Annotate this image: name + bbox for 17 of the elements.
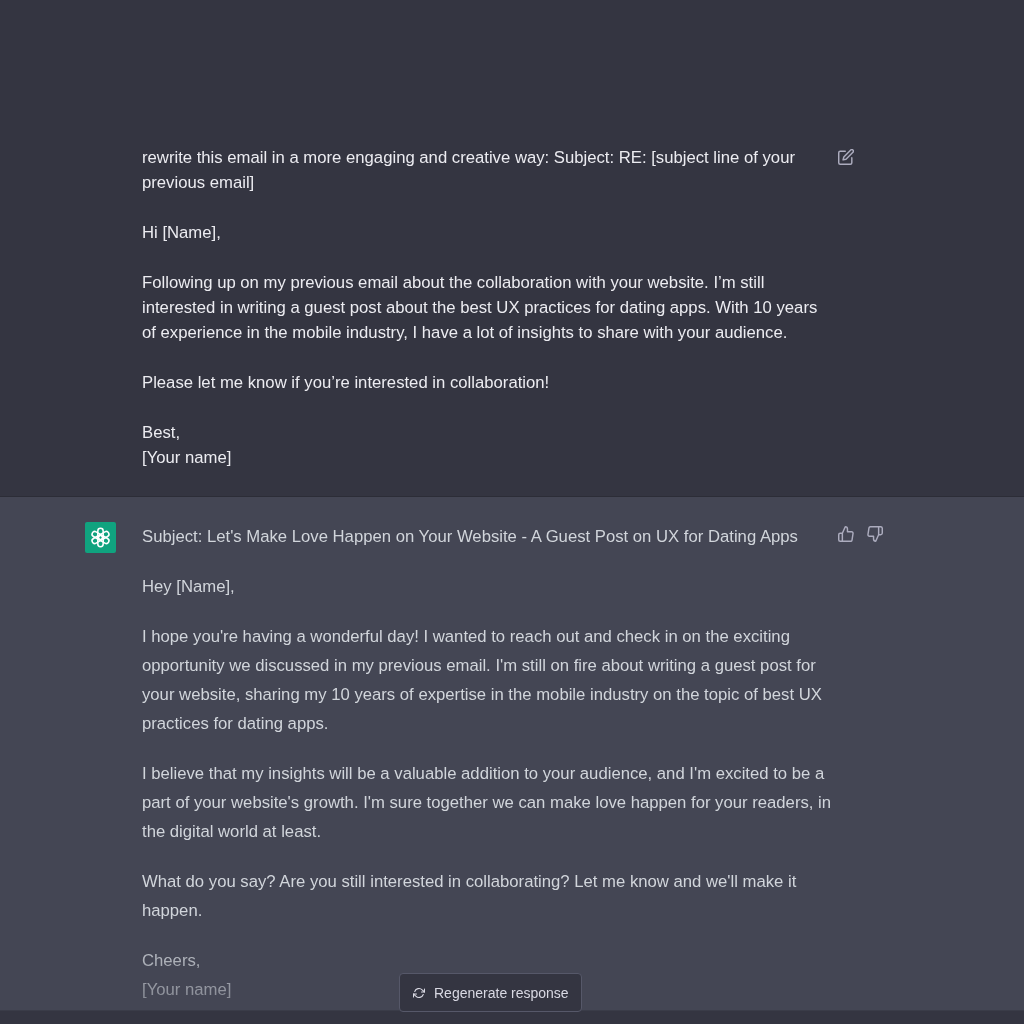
message-paragraph: Subject: Let's Make Love Happen on Your Website - A Guest Post on UX for Dating Apps: [142, 526, 798, 548]
message-paragraph: Hey [Name],: [142, 576, 235, 598]
thumbs-up-icon[interactable]: [838, 526, 854, 542]
message-paragraph: Please let me know if you’re interested in collaboration!: [142, 372, 550, 394]
regenerate-response-button[interactable]: Regenerate response: [399, 973, 582, 1012]
message-paragraph: Best, [Your name]: [142, 422, 232, 469]
assistant-avatar-icon: [85, 522, 116, 553]
message-paragraph: Hi [Name],: [142, 222, 221, 244]
refresh-icon: [413, 986, 425, 999]
message-paragraph: What do you say? Are you still interested in collaborating? Let me know and we'll make it happen.: [142, 871, 798, 922]
thumbs-down-icon[interactable]: [867, 526, 883, 542]
message-paragraph: I believe that my insights will be a valuable addition to your audience, and I'm excited to be a part of your website's growth. I'm sure together we can make love happen for your readers, in the digital world at least.: [142, 763, 832, 843]
edit-icon[interactable]: [838, 149, 854, 165]
message-paragraph: I hope you're having a wonderful day! I wanted to reach out and check in on the exciting opportunity we discussed in my previous email. I'm still on fire about writing a guest post for your website, sharing my 10 years of expertise in the mobile industry on the topic of best UX practices for dating apps.: [142, 626, 823, 735]
message-paragraph: Following up on my previous email about the collaboration with your website. I’m still interested in writing a guest post about the best UX practices for dating apps. With 10 years of experience in the mobile industry, I have a lot of insights to share with your audience.: [142, 272, 819, 344]
message-paragraph: rewrite this email in a more engaging and creative way: Subject: RE: [subject line of your previous email]: [142, 147, 796, 194]
message-paragraph: Cheers, [Your name]: [142, 950, 232, 1001]
